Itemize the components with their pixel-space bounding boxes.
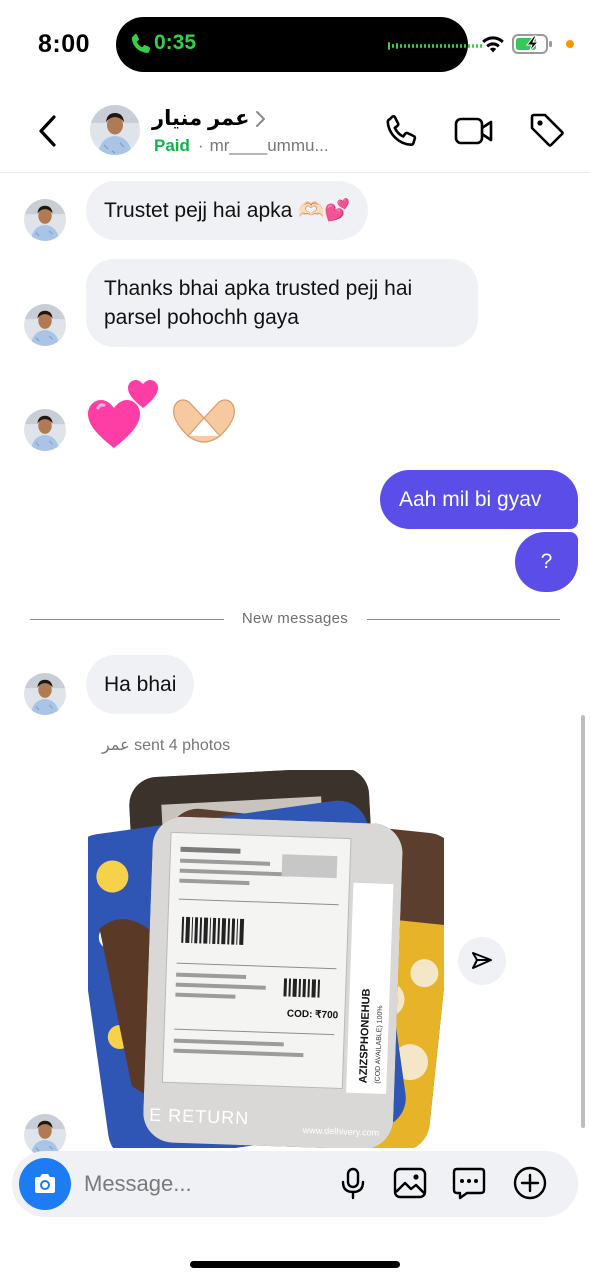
- divider-line: [367, 619, 560, 620]
- audio-wave-icon: [388, 42, 482, 50]
- avatar[interactable]: [24, 673, 66, 715]
- paid-badge: Paid: [154, 136, 190, 155]
- video-icon[interactable]: [454, 115, 494, 147]
- return-text: E RETURN: [149, 1105, 250, 1128]
- phone-icon: [131, 33, 151, 53]
- chevron-right-icon[interactable]: [254, 109, 268, 129]
- outgoing-message[interactable]: ?: [515, 532, 578, 592]
- wifi-icon: [482, 36, 504, 53]
- camera-button[interactable]: [19, 1158, 71, 1210]
- avatar[interactable]: [24, 304, 66, 346]
- message-composer: [12, 1151, 578, 1217]
- dynamic-island-call[interactable]: 0:35: [116, 17, 482, 72]
- incoming-message[interactable]: Thanks bhai apka trusted pejj hai parsel…: [86, 259, 478, 347]
- photo-stack[interactable]: COD: ₹700 AZIZSPHONEHUB (COD AVAILABLE) …: [88, 770, 444, 1148]
- avatar[interactable]: [90, 105, 140, 155]
- scrollbar[interactable]: [581, 715, 585, 1128]
- outgoing-message[interactable]: Aah mil bi gyav: [380, 470, 578, 529]
- message-input[interactable]: [84, 1167, 324, 1201]
- avatar[interactable]: [24, 409, 66, 451]
- mic-indicator-dot: [566, 40, 574, 48]
- status-bar: 8:00 0:35: [0, 0, 590, 90]
- home-indicator[interactable]: [190, 1261, 400, 1268]
- photos-caption: عمر sent 4 photos: [102, 737, 231, 754]
- message-line: parsel pohochh gaya: [104, 306, 299, 329]
- new-messages-divider: New messages: [0, 610, 590, 630]
- separator-dot: ·: [197, 136, 204, 155]
- microphone-icon[interactable]: [335, 1165, 371, 1201]
- call-icon[interactable]: [382, 112, 420, 150]
- chat-header: عمر منيار Paid · mr____ummu...: [0, 95, 590, 173]
- tag-icon[interactable]: [528, 111, 566, 149]
- avatar[interactable]: [24, 199, 66, 241]
- add-icon[interactable]: [512, 1165, 548, 1201]
- gallery-icon[interactable]: [392, 1165, 428, 1201]
- call-timer: 0:35: [154, 31, 197, 54]
- contact-name[interactable]: عمر منيار: [152, 106, 249, 131]
- contact-handle: mr____ummu...: [209, 136, 329, 155]
- avatar[interactable]: [24, 1114, 66, 1156]
- battery-charging-icon: [512, 34, 552, 54]
- cod-label: COD: ₹700: [287, 1009, 339, 1022]
- camera-icon: [35, 1174, 55, 1193]
- incoming-message[interactable]: Ha bhai: [86, 655, 195, 714]
- message-line: Thanks bhai apka trusted pejj hai: [104, 277, 413, 300]
- share-button[interactable]: [458, 937, 506, 985]
- send-icon: [472, 952, 492, 969]
- sticker-icon[interactable]: [451, 1165, 487, 1201]
- incoming-message[interactable]: Trustet pejj hai apka 🫶🏻💕: [86, 181, 369, 240]
- back-icon[interactable]: [34, 113, 64, 149]
- status-time: 8:00: [38, 30, 91, 58]
- contact-subtitle: Paid · mr____ummu...: [154, 136, 329, 156]
- emoji-message[interactable]: 💕 🫶🏻: [86, 378, 256, 452]
